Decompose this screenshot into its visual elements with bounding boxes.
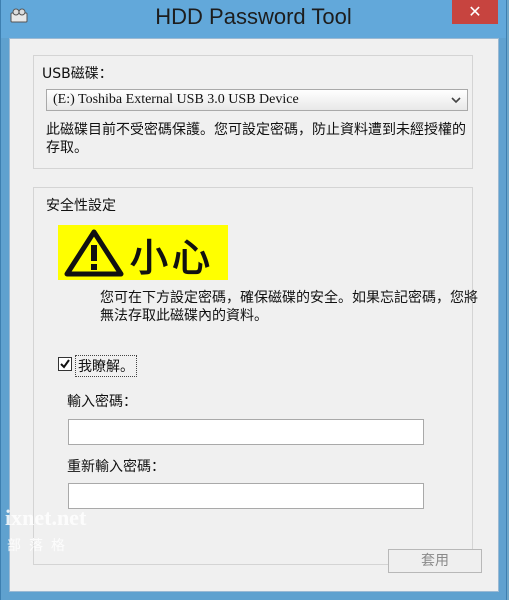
usb-drive-select[interactable]: (E:) Toshiba External USB 3.0 USB Device [46,89,468,111]
blog-watermark: ixnet.net 部落格 [1,505,91,565]
usb-drive-selected-value: (E:) Toshiba External USB 3.0 USB Device [53,92,299,107]
confirm-password-label: 重新輸入密碼： [67,459,165,475]
apply-button[interactable]: 套用 [388,549,482,573]
password-warning-text: 您可在下方設定密碼，確保磁碟的安全。如果忘記密碼，您將無法存取此磁碟內的資料。 [100,290,478,324]
title-bar[interactable]: HDD Password Tool ✕ [1,0,506,38]
password-input[interactable] [68,419,424,445]
checkmark-icon [60,359,70,369]
watermark-line1: ixnet.net [5,505,87,530]
warning-triangle-icon [64,229,124,277]
usb-drive-label: USB磁碟： [42,66,113,82]
acknowledge-label[interactable]: 我瞭解。 [75,355,137,377]
watermark-line2: 部落格 [7,538,73,554]
security-settings-label: 安全性設定 [46,198,116,214]
caution-banner: 小心 [58,225,228,280]
caution-title: 小心 [130,236,215,280]
close-button[interactable]: ✕ [452,0,498,24]
password-label: 輸入密碼： [67,394,137,410]
confirm-password-input[interactable] [68,483,424,509]
chevron-down-icon[interactable] [449,91,463,116]
window-title: HDD Password Tool [155,4,352,29]
close-icon: ✕ [468,2,482,21]
app-window: HDD Password Tool ✕ USB磁碟： (E:) Toshiba … [0,0,507,600]
protection-status-text: 此磁碟目前不受密碼保護。您可設定密碼，防止資料遭到未經授權的存取。 [46,122,466,156]
acknowledge-checkbox[interactable] [58,357,72,371]
